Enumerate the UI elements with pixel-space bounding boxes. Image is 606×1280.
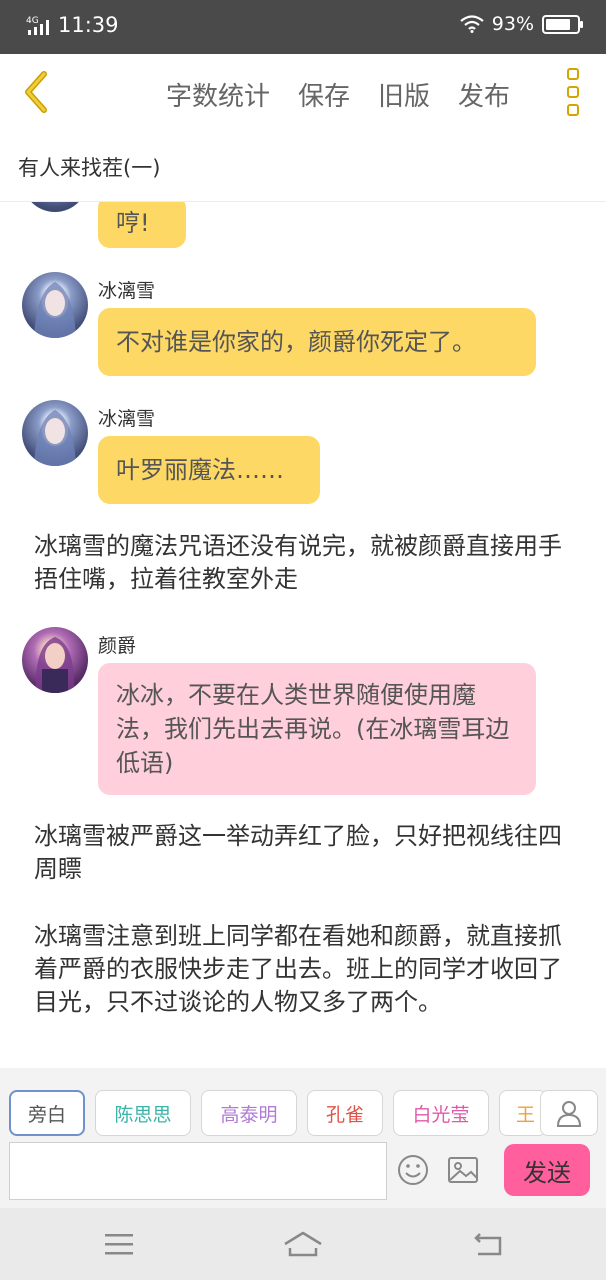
narration-text[interactable]: 冰璃雪被严爵这一举动弄红了脸，只好把视线往四周瞟 bbox=[34, 820, 579, 886]
more-menu-button[interactable] bbox=[562, 68, 584, 116]
battery-icon bbox=[542, 14, 583, 34]
message-input[interactable] bbox=[9, 1142, 387, 1200]
toolbar-actions: 字数统计 保存 旧版 发布 bbox=[166, 76, 510, 113]
network-type: 4G bbox=[26, 16, 39, 26]
status-time: 11:39 bbox=[58, 13, 119, 37]
avatar[interactable] bbox=[22, 627, 88, 693]
chevron-left-icon bbox=[25, 71, 47, 113]
status-bar: 4G 11:39 93% bbox=[0, 0, 606, 54]
narration-text[interactable]: 冰璃雪注意到班上同学都在看她和颜爵，就直接抓着严爵的衣服快步走了出去。班上的同学… bbox=[34, 920, 579, 1019]
smiley-icon bbox=[398, 1155, 428, 1185]
speech-bubble[interactable]: 哼! bbox=[98, 202, 186, 248]
avatar[interactable] bbox=[22, 202, 88, 212]
role-selector: 旁白 陈思思 高泰明 孔雀 白光莹 王 bbox=[0, 1068, 606, 1144]
menu-icon[interactable] bbox=[104, 1230, 134, 1258]
speech-bubble[interactable]: 叶罗丽魔法…… bbox=[98, 436, 320, 504]
speaker-name: 冰漓雪 bbox=[98, 408, 156, 430]
old-version-button[interactable]: 旧版 bbox=[378, 76, 430, 113]
home-icon[interactable] bbox=[282, 1230, 324, 1258]
emoji-button[interactable] bbox=[396, 1153, 430, 1187]
battery-fill bbox=[546, 18, 570, 30]
back-nav-icon[interactable] bbox=[472, 1230, 504, 1258]
role-chip[interactable]: 陈思思 bbox=[95, 1090, 191, 1136]
role-chip[interactable]: 高泰明 bbox=[201, 1090, 297, 1136]
send-button[interactable]: 发送 bbox=[504, 1144, 590, 1196]
more-dot-icon bbox=[567, 104, 579, 116]
story-content[interactable]: 哼! 冰漓雪 不对谁是你家的，颜爵你死定了。 冰漓雪 叶罗丽魔法…… 冰璃雪的魔… bbox=[0, 202, 606, 1068]
more-dot-icon bbox=[567, 86, 579, 98]
avatar[interactable] bbox=[22, 272, 88, 338]
composer: 发送 bbox=[0, 1140, 606, 1208]
speech-bubble[interactable]: 不对谁是你家的，颜爵你死定了。 bbox=[98, 308, 536, 376]
user-icon bbox=[556, 1101, 582, 1127]
status-left: 4G 11:39 bbox=[26, 13, 119, 37]
role-chip-narrator[interactable]: 旁白 bbox=[9, 1090, 85, 1136]
wifi-icon bbox=[460, 15, 484, 33]
battery-percent: 93% bbox=[491, 13, 534, 35]
signal-icon: 4G bbox=[26, 16, 49, 35]
back-button[interactable] bbox=[14, 66, 64, 116]
speech-bubble[interactable]: 冰冰，不要在人类世界随便使用魔法，我们先出去再说。(在冰璃雪耳边低语) bbox=[98, 663, 536, 795]
status-right: 93% bbox=[460, 13, 583, 35]
save-button[interactable]: 保存 bbox=[298, 76, 350, 113]
avatar-portrait-icon bbox=[34, 282, 76, 338]
avatar-portrait-icon bbox=[35, 637, 75, 693]
manage-roles-button[interactable] bbox=[540, 1090, 598, 1136]
speaker-name: 颜爵 bbox=[98, 635, 137, 657]
role-chip[interactable]: 孔雀 bbox=[307, 1090, 383, 1136]
chapter-header[interactable]: 有人来找茬(一) bbox=[0, 128, 606, 202]
image-button[interactable] bbox=[446, 1154, 480, 1186]
speaker-name: 冰漓雪 bbox=[98, 280, 156, 302]
role-chip[interactable]: 白光莹 bbox=[393, 1090, 489, 1136]
avatar-portrait-icon bbox=[34, 410, 76, 466]
chapter-title: 有人来找茬(一) bbox=[18, 156, 161, 180]
word-count-button[interactable]: 字数统计 bbox=[166, 76, 270, 113]
editor-toolbar: 字数统计 保存 旧版 发布 bbox=[0, 54, 606, 129]
publish-button[interactable]: 发布 bbox=[458, 76, 510, 113]
avatar[interactable] bbox=[22, 400, 88, 466]
system-navigation-bar bbox=[0, 1208, 606, 1280]
more-dot-icon bbox=[567, 68, 579, 80]
narration-text[interactable]: 冰璃雪的魔法咒语还没有说完，就被颜爵直接用手捂住嘴，拉着往教室外走 bbox=[34, 530, 579, 596]
image-icon bbox=[448, 1157, 478, 1183]
